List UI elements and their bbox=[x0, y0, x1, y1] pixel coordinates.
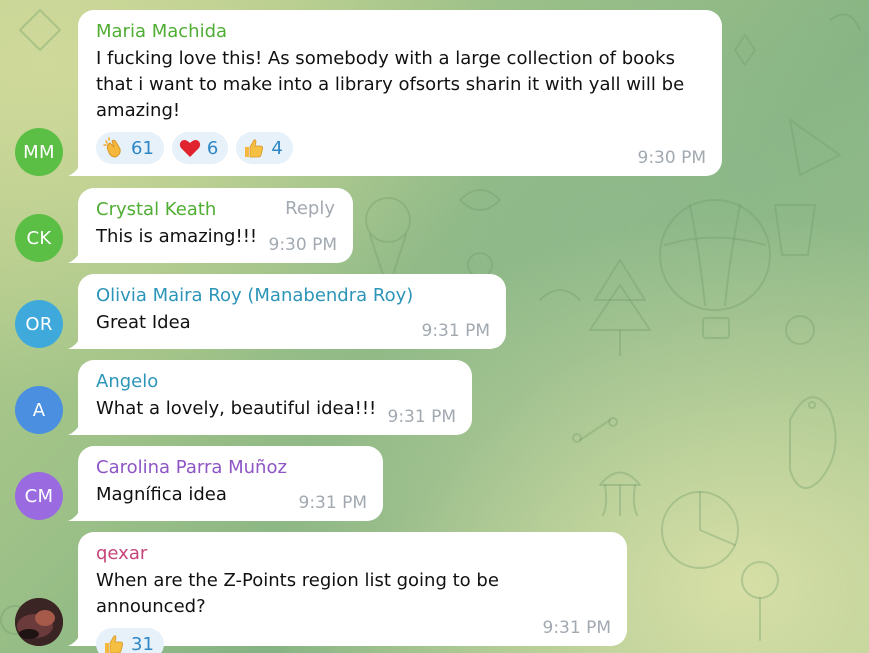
reaction-thumbs-up[interactable]: 4 bbox=[236, 132, 293, 164]
reaction-heart[interactable]: 6 bbox=[171, 132, 229, 164]
message-bubble[interactable]: qexar When are the Z-Points region list … bbox=[68, 532, 627, 653]
message-bubble[interactable]: Angelo What a lovely, beautiful idea!!! … bbox=[68, 360, 472, 435]
thumbs-up-icon bbox=[245, 139, 264, 158]
reaction-count: 4 bbox=[271, 137, 283, 159]
message-time: 9:30 PM bbox=[268, 235, 338, 255]
message-text: When are the Z-Points region list going … bbox=[96, 570, 499, 617]
reaction-count: 31 bbox=[131, 633, 154, 653]
avatar[interactable]: OR bbox=[15, 300, 63, 348]
message-bubble[interactable]: Crystal Keath Reply This is amazing!!! 9… bbox=[68, 188, 353, 263]
reaction-count: 6 bbox=[206, 137, 219, 159]
bubble-tail bbox=[68, 505, 82, 521]
message-bubble[interactable]: Olivia Maira Roy (Manabendra Roy) Great … bbox=[68, 274, 506, 349]
sender-name[interactable]: qexar bbox=[96, 542, 611, 566]
bubble-tail bbox=[68, 160, 82, 176]
message-time: 9:31 PM bbox=[542, 618, 612, 638]
avatar[interactable]: MM bbox=[15, 128, 63, 176]
message-text: I fucking love this! As somebody with a … bbox=[96, 48, 685, 121]
bubble-tail bbox=[68, 333, 82, 349]
thumbs-up-icon bbox=[105, 635, 123, 653]
bubble-tail bbox=[68, 419, 82, 435]
message-time: 9:31 PM bbox=[387, 407, 457, 427]
message-bubble[interactable]: Maria Machida I fucking love this! As so… bbox=[68, 10, 722, 176]
sender-name[interactable]: Maria Machida bbox=[96, 20, 706, 44]
sender-name[interactable]: Carolina Parra Muñoz bbox=[96, 456, 367, 480]
avatar-photo[interactable] bbox=[15, 598, 63, 646]
avatar[interactable]: CM bbox=[15, 472, 63, 520]
reactions-bar: 31 bbox=[96, 628, 611, 653]
reaction-thumbs-up[interactable]: 31 bbox=[96, 628, 164, 653]
reactions-bar: 61 6 4 bbox=[96, 132, 706, 164]
user-photo-icon bbox=[15, 598, 63, 646]
reply-button[interactable]: Reply bbox=[285, 198, 335, 219]
avatar[interactable]: CK bbox=[15, 214, 63, 262]
red-heart-icon bbox=[179, 140, 201, 157]
clapping-hands-icon bbox=[103, 137, 121, 158]
sender-name[interactable]: Olivia Maira Roy (Manabendra Roy) bbox=[96, 284, 490, 308]
avatar[interactable]: A bbox=[15, 386, 63, 434]
bubble-tail bbox=[68, 630, 82, 646]
sender-name[interactable]: Angelo bbox=[96, 370, 456, 394]
message-time: 9:31 PM bbox=[421, 321, 491, 341]
message-time: 9:31 PM bbox=[298, 493, 368, 513]
reaction-count: 61 bbox=[131, 137, 154, 159]
bubble-tail bbox=[68, 247, 82, 263]
message-time: 9:30 PM bbox=[637, 148, 707, 168]
message-bubble[interactable]: Carolina Parra Muñoz Magnífica idea 9:31… bbox=[68, 446, 383, 521]
reaction-clapping[interactable]: 61 bbox=[96, 132, 164, 164]
